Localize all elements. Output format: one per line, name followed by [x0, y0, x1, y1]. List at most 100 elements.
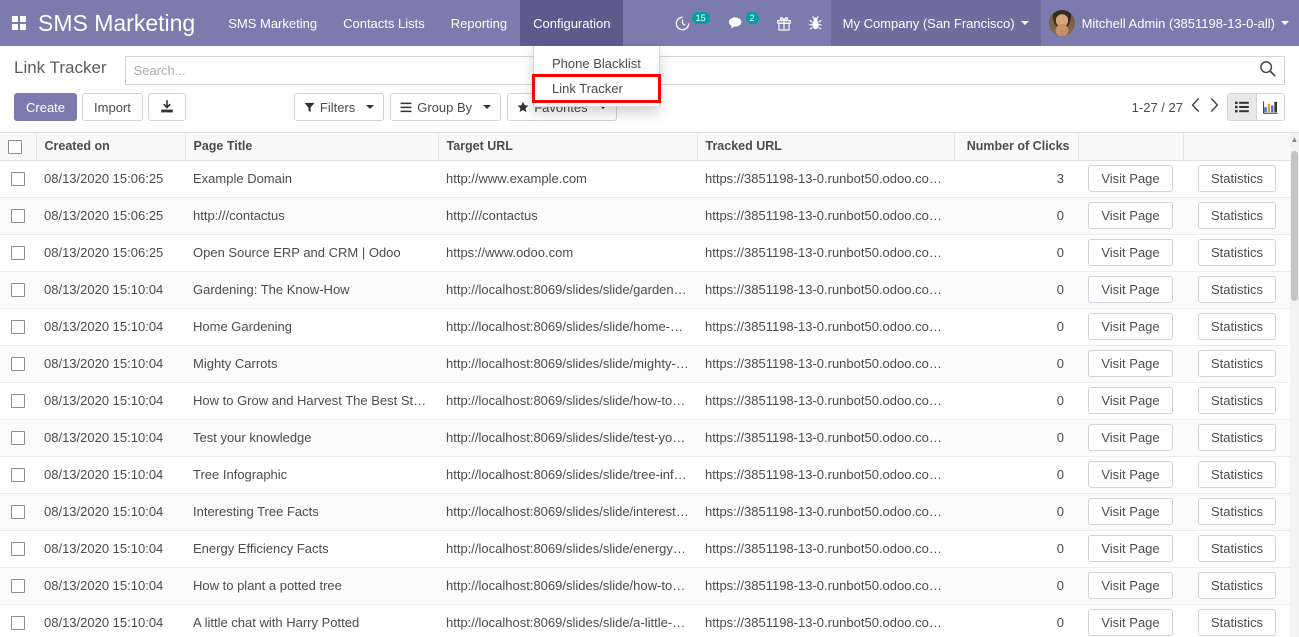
menu-contacts-lists[interactable]: Contacts Lists	[330, 0, 438, 46]
visit-page-button[interactable]: Visit Page	[1088, 202, 1173, 230]
row-checkbox[interactable]	[11, 468, 25, 483]
table-row[interactable]: 08/13/2020 15:10:04 Energy Efficiency Fac…	[0, 530, 1291, 568]
table-row[interactable]: 08/13/2020 15:06:25 Example Domain http://…	[0, 160, 1291, 198]
select-all-checkbox[interactable]	[8, 139, 22, 154]
search-input[interactable]	[133, 63, 1259, 78]
enterprise-upgrade-button[interactable]	[768, 0, 800, 46]
row-select-cell[interactable]	[0, 271, 36, 309]
table-row[interactable]: 08/13/2020 15:10:04 Interesting Tree Fact…	[0, 493, 1291, 531]
table-row[interactable]: 08/13/2020 15:10:04 Gardening: The Know-H…	[0, 271, 1291, 309]
row-select-cell[interactable]	[0, 604, 36, 637]
vertical-scrollbar[interactable]: ▲	[1290, 133, 1299, 637]
row-select-cell[interactable]	[0, 234, 36, 272]
row-select-cell[interactable]	[0, 530, 36, 568]
column-header-created-on[interactable]: Created on	[36, 133, 186, 161]
statistics-button[interactable]: Statistics	[1197, 609, 1276, 637]
row-select-cell[interactable]	[0, 419, 36, 457]
table-row[interactable]: 08/13/2020 15:10:04 How to Grow and Harve…	[0, 382, 1291, 420]
group-by-button[interactable]: Group By	[390, 93, 502, 121]
row-checkbox[interactable]	[11, 283, 25, 298]
row-checkbox[interactable]	[11, 357, 25, 372]
visit-page-button[interactable]: Visit Page	[1088, 165, 1173, 193]
search-bar[interactable]	[124, 56, 1285, 85]
statistics-button[interactable]: Statistics	[1197, 239, 1276, 267]
row-checkbox[interactable]	[11, 209, 25, 224]
menu-reporting[interactable]: Reporting	[438, 0, 520, 46]
row-select-cell[interactable]	[0, 197, 36, 235]
table-row[interactable]: 08/13/2020 15:10:04 A little chat with Ha…	[0, 604, 1291, 637]
statistics-button[interactable]: Statistics	[1197, 498, 1276, 526]
row-select-cell[interactable]	[0, 382, 36, 420]
table-row[interactable]: 08/13/2020 15:10:04 Tree Infographic http:…	[0, 456, 1291, 494]
dropdown-item-phone-blacklist[interactable]: Phone Blacklist	[534, 51, 659, 76]
column-header-number-of-clicks[interactable]: Number of Clicks	[954, 133, 1079, 161]
menu-sms-marketing[interactable]: SMS Marketing	[215, 0, 330, 46]
row-checkbox[interactable]	[11, 172, 25, 187]
row-select-cell[interactable]	[0, 493, 36, 531]
visit-page-button[interactable]: Visit Page	[1088, 572, 1173, 600]
statistics-button[interactable]: Statistics	[1197, 535, 1276, 563]
visit-page-button[interactable]: Visit Page	[1088, 350, 1173, 378]
statistics-button[interactable]: Statistics	[1197, 572, 1276, 600]
import-button[interactable]: Import	[82, 93, 143, 121]
visit-page-button[interactable]: Visit Page	[1088, 498, 1173, 526]
statistics-button[interactable]: Statistics	[1197, 350, 1276, 378]
statistics-button[interactable]: Statistics	[1197, 424, 1276, 452]
table-row[interactable]: 08/13/2020 15:10:04 Mighty Carrots http://…	[0, 345, 1291, 383]
table-row[interactable]: 08/13/2020 15:10:04 Test your knowledge ht…	[0, 419, 1291, 457]
select-all-header[interactable]	[0, 133, 37, 161]
scroll-up-arrow-icon[interactable]: ▲	[1290, 135, 1299, 145]
column-header-tracked-url[interactable]: Tracked URL	[697, 133, 955, 161]
table-row[interactable]: 08/13/2020 15:06:25 Open Source ERP and C…	[0, 234, 1291, 272]
row-checkbox[interactable]	[11, 431, 25, 446]
dropdown-item-link-tracker[interactable]: Link Tracker	[532, 74, 661, 103]
filters-button[interactable]: Filters	[293, 93, 385, 121]
visit-page-button[interactable]: Visit Page	[1088, 313, 1173, 341]
table-row[interactable]: 08/13/2020 15:10:04 Home Gardening http://…	[0, 308, 1291, 346]
row-checkbox[interactable]	[11, 320, 25, 335]
pager-previous-button[interactable]	[1191, 98, 1200, 116]
view-switcher-graph-button[interactable]	[1256, 94, 1284, 120]
menu-configuration[interactable]: Configuration	[520, 0, 624, 46]
activity-menu-button[interactable]: 15	[666, 0, 719, 46]
statistics-button[interactable]: Statistics	[1197, 387, 1276, 415]
user-menu[interactable]: Mitchell Admin (3851198-13-0-all)	[1041, 0, 1299, 46]
visit-page-button[interactable]: Visit Page	[1088, 424, 1173, 452]
column-header-page-title[interactable]: Page Title	[185, 133, 439, 161]
visit-page-button[interactable]: Visit Page	[1088, 535, 1173, 563]
app-brand-name[interactable]: SMS Marketing	[38, 0, 215, 46]
column-header-target-url[interactable]: Target URL	[438, 133, 698, 161]
row-checkbox[interactable]	[11, 505, 25, 520]
row-checkbox[interactable]	[11, 579, 25, 594]
statistics-button[interactable]: Statistics	[1197, 202, 1276, 230]
row-select-cell[interactable]	[0, 345, 36, 383]
row-select-cell[interactable]	[0, 567, 36, 605]
pager-next-button[interactable]	[1210, 98, 1219, 116]
row-select-cell[interactable]	[0, 160, 36, 198]
table-row[interactable]: 08/13/2020 15:06:25 http:///contactus http…	[0, 197, 1291, 235]
apps-menu-button[interactable]	[0, 0, 38, 46]
scrollbar-thumb[interactable]	[1291, 151, 1298, 301]
statistics-button[interactable]: Statistics	[1197, 165, 1276, 193]
search-magnifier-icon[interactable]	[1259, 60, 1276, 81]
table-row[interactable]: 08/13/2020 15:10:04 How to plant a potted…	[0, 567, 1291, 605]
visit-page-button[interactable]: Visit Page	[1088, 239, 1173, 267]
statistics-button[interactable]: Statistics	[1197, 313, 1276, 341]
visit-page-button[interactable]: Visit Page	[1088, 461, 1173, 489]
visit-page-button[interactable]: Visit Page	[1088, 276, 1173, 304]
row-select-cell[interactable]	[0, 456, 36, 494]
visit-page-button[interactable]: Visit Page	[1088, 387, 1173, 415]
company-switcher[interactable]: My Company (San Francisco)	[830, 0, 1041, 46]
messaging-menu-button[interactable]: 2	[719, 0, 768, 46]
row-checkbox[interactable]	[11, 246, 25, 261]
visit-page-button[interactable]: Visit Page	[1088, 609, 1173, 637]
export-button[interactable]	[147, 93, 186, 121]
statistics-button[interactable]: Statistics	[1197, 276, 1276, 304]
row-checkbox[interactable]	[11, 394, 25, 409]
create-button[interactable]: Create	[14, 93, 78, 121]
debug-menu-button[interactable]	[800, 0, 831, 46]
statistics-button[interactable]: Statistics	[1197, 461, 1276, 489]
row-checkbox[interactable]	[11, 616, 25, 631]
view-switcher-list-button[interactable]	[1228, 94, 1256, 120]
row-select-cell[interactable]	[0, 308, 36, 346]
